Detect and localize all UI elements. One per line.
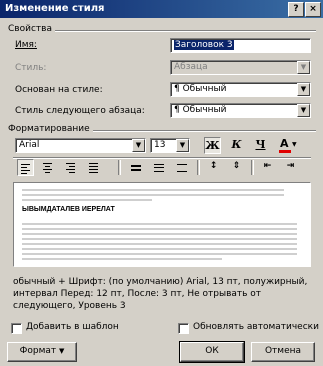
preview-previous-paragraph-line <box>22 189 284 191</box>
based-on-select[interactable]: ¶ Обычный ▼ <box>170 82 311 97</box>
format-chevron-down-icon: ▼ <box>59 347 65 355</box>
one-half-spacing-icon[interactable] <box>151 159 168 176</box>
font-color-chevron-down-icon: ▼ <box>292 141 297 148</box>
add-to-template-label[interactable]: Добавить в шаблон <box>26 322 119 332</box>
preview-following-paragraph-line <box>22 233 297 235</box>
toolbar-separator <box>251 160 254 175</box>
auto-update-label[interactable]: Обновлять автоматически <box>193 322 319 332</box>
style-description: обычный + Шрифт: (по умолчанию) Arial, 1… <box>13 277 308 311</box>
next-style-label: Стиль следующего абзаца: <box>15 106 145 116</box>
name-input[interactable]: Заголовок 3 <box>170 38 311 53</box>
paragraph-toolbar-line <box>13 157 311 158</box>
decrease-indent-icon[interactable]: ⇤ <box>259 159 276 176</box>
preview-following-paragraph-line <box>22 253 297 255</box>
format-button-label: Формат <box>19 346 57 356</box>
align-right-icon[interactable] <box>63 159 80 176</box>
based-on-chevron-down-icon[interactable]: ▼ <box>297 83 310 96</box>
style-type-chevron-down-icon: ▼ <box>297 61 310 74</box>
close-button[interactable]: × <box>305 2 321 17</box>
formatting-group-label: Форматирование <box>8 124 93 134</box>
preview-following-paragraph-line <box>22 258 222 260</box>
preview-following-paragraph-line <box>22 248 297 250</box>
name-label: Имя: <box>15 40 37 50</box>
help-button[interactable]: ? <box>288 2 304 17</box>
ok-button[interactable]: ОК <box>179 341 245 363</box>
name-value: Заголовок 3 <box>174 40 234 50</box>
format-button[interactable]: Формат ▼ <box>7 342 77 362</box>
auto-update-checkbox[interactable] <box>178 323 189 334</box>
add-to-template-checkbox[interactable] <box>11 323 22 334</box>
preview-following-paragraph-line <box>22 223 297 225</box>
title-bar: Изменение стиля ? × <box>0 0 323 18</box>
preview-previous-paragraph-line <box>22 199 152 201</box>
font-name-select[interactable]: Arial ▼ <box>15 138 146 153</box>
style-label: Стиль: <box>15 63 47 73</box>
based-on-label: Основан на стиле: <box>15 85 103 95</box>
toolbar-separator <box>197 160 200 175</box>
font-size-value: 13 <box>154 140 166 150</box>
toolbar-separator <box>118 160 121 175</box>
align-center-icon[interactable] <box>40 159 57 176</box>
increase-indent-icon[interactable]: ⇥ <box>282 159 299 176</box>
space-after-icon[interactable]: ⇕ <box>228 159 245 176</box>
align-justify-icon[interactable] <box>86 159 103 176</box>
preview-following-paragraph-line <box>22 238 297 240</box>
preview-following-paragraph-line <box>22 243 297 245</box>
align-left-icon[interactable] <box>17 159 34 176</box>
next-style-value: ¶ Обычный <box>174 105 227 115</box>
space-before-icon[interactable]: ↕ <box>205 159 222 176</box>
underline-button[interactable]: Ч <box>252 137 269 154</box>
based-on-value: ¶ Обычный <box>174 84 227 94</box>
bold-button[interactable]: Ж <box>204 137 221 154</box>
font-color-icon: A <box>280 137 289 150</box>
preview-previous-paragraph-line <box>22 194 284 196</box>
style-type-select: Абзаца ▼ <box>170 60 311 75</box>
window-title: Изменение стиля <box>5 3 105 14</box>
font-name-value: Arial <box>19 140 40 150</box>
font-name-chevron-down-icon[interactable]: ▼ <box>132 139 145 152</box>
style-type-value: Абзаца <box>174 62 208 72</box>
single-spacing-icon[interactable] <box>128 159 145 176</box>
preview-following-paragraph-line <box>22 228 297 230</box>
italic-button[interactable]: К <box>228 137 245 154</box>
font-color-swatch <box>279 150 291 153</box>
style-preview: ЫВЫМДАТАЛЕВ ИЕРЕЛАТ <box>13 182 311 267</box>
cancel-button[interactable]: Отмена <box>251 342 315 362</box>
properties-group-label: Свойства <box>8 24 55 34</box>
next-style-chevron-down-icon[interactable]: ▼ <box>297 104 310 117</box>
preview-sample-text: ЫВЫМДАТАЛЕВ ИЕРЕЛАТ <box>22 206 115 213</box>
font-size-select[interactable]: 13 ▼ <box>150 138 190 153</box>
font-size-chevron-down-icon[interactable]: ▼ <box>176 139 189 152</box>
double-spacing-icon[interactable] <box>174 159 191 176</box>
next-style-select[interactable]: ¶ Обычный ▼ <box>170 103 311 118</box>
font-color-button[interactable]: A ▼ <box>277 137 299 154</box>
